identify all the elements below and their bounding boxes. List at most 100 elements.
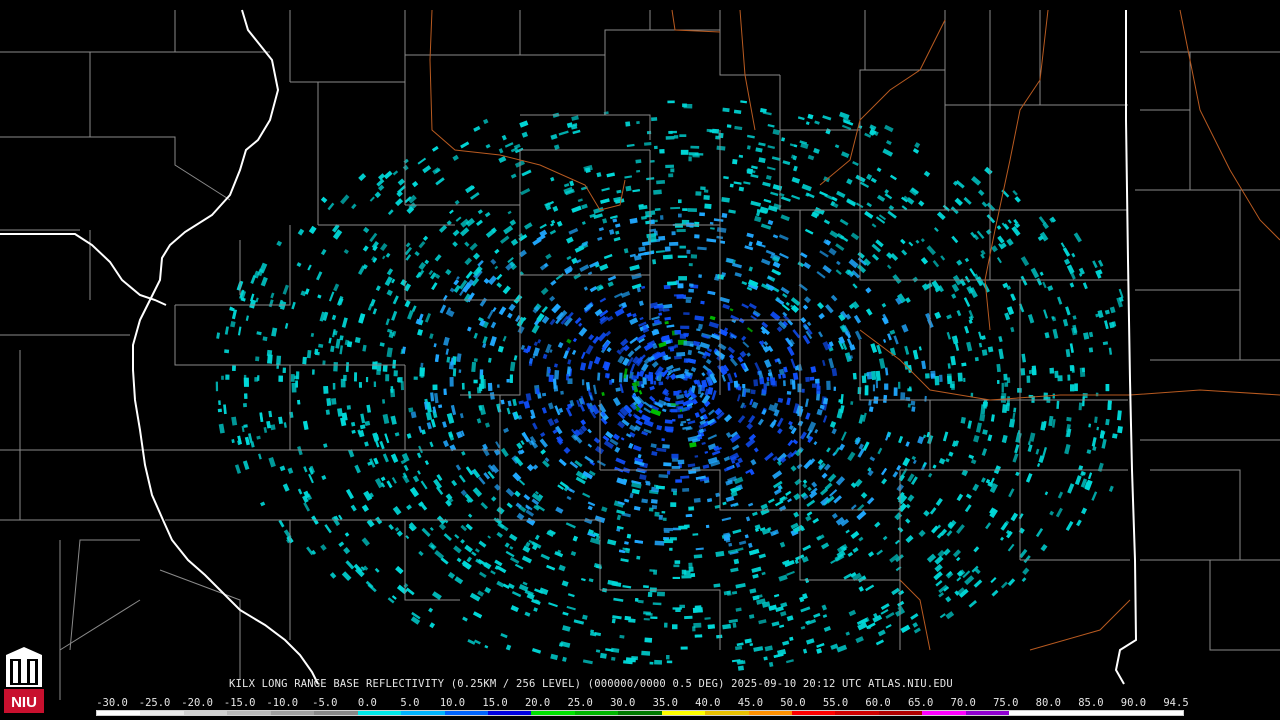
echo-pixel bbox=[472, 487, 483, 498]
echo-pixel bbox=[780, 286, 790, 295]
echo-pixel bbox=[946, 331, 951, 340]
echo-pixel bbox=[362, 245, 369, 252]
echo-pixel bbox=[935, 497, 943, 506]
echo-pixel bbox=[932, 464, 937, 469]
echo-pixel bbox=[918, 346, 922, 351]
echo-pixel bbox=[509, 374, 513, 383]
echo-pixel bbox=[734, 125, 743, 131]
echo-pixel bbox=[509, 219, 517, 226]
scale-label: 70.0 bbox=[950, 697, 976, 709]
echo-pixel bbox=[870, 343, 878, 353]
echo-pixel bbox=[391, 310, 398, 321]
echo-pixel bbox=[636, 555, 641, 560]
echo-pixel bbox=[786, 345, 795, 357]
echo-pixel bbox=[287, 467, 294, 474]
echo-pixel bbox=[912, 622, 919, 628]
echo-pixel bbox=[421, 429, 426, 435]
echo-pixel bbox=[577, 198, 583, 203]
state-boundary bbox=[0, 233, 167, 306]
echo-pixel bbox=[968, 454, 974, 460]
echo-pixel bbox=[763, 656, 768, 661]
echo-pixel bbox=[418, 550, 424, 557]
echo-pixel bbox=[410, 411, 417, 419]
echo-pixel bbox=[762, 111, 772, 116]
echo-pixel bbox=[612, 218, 618, 223]
scale-label: 50.0 bbox=[780, 697, 806, 709]
echo-pixel bbox=[627, 412, 633, 418]
echo-pixel bbox=[599, 297, 607, 303]
echo-pixel bbox=[560, 390, 564, 395]
echo-pixel bbox=[686, 249, 691, 254]
echo-pixel bbox=[250, 275, 257, 284]
echo-pixel bbox=[882, 148, 894, 157]
echo-pixel bbox=[603, 253, 613, 260]
echo-pixel bbox=[666, 324, 675, 328]
echo-pixel bbox=[859, 181, 870, 189]
echo-pixel bbox=[772, 261, 781, 269]
echo-pixel bbox=[969, 268, 976, 277]
echo-pixel bbox=[816, 534, 825, 541]
echo-pixel bbox=[548, 374, 554, 382]
echo-pixel bbox=[490, 321, 497, 329]
county-line bbox=[59, 599, 141, 700]
echo-pixel bbox=[1012, 189, 1018, 196]
echo-pixel bbox=[552, 205, 559, 212]
echo-pixel bbox=[526, 464, 535, 472]
echo-pixel bbox=[669, 409, 678, 413]
echo-pixel bbox=[359, 424, 366, 430]
echo-pixel bbox=[601, 391, 605, 397]
echo-pixel bbox=[782, 311, 788, 317]
echo-pixel bbox=[909, 187, 919, 196]
scale-swatch bbox=[792, 711, 836, 715]
echo-pixel bbox=[379, 342, 385, 347]
echo-pixel bbox=[580, 419, 587, 426]
scale-swatch bbox=[748, 711, 792, 715]
echo-pixel bbox=[677, 255, 688, 258]
echo-pixel bbox=[779, 541, 786, 548]
echo-pixel bbox=[364, 441, 369, 447]
echo-pixel bbox=[632, 189, 641, 193]
echo-pixel bbox=[480, 375, 484, 384]
echo-pixel bbox=[494, 559, 503, 567]
echo-pixel bbox=[607, 315, 614, 322]
echo-pixel bbox=[918, 529, 926, 538]
echo-pixel bbox=[598, 227, 604, 232]
echo-pixel bbox=[886, 264, 892, 270]
county-line bbox=[859, 105, 946, 211]
echo-pixel bbox=[382, 413, 390, 425]
scale-label: 25.0 bbox=[567, 697, 593, 709]
echo-pixel bbox=[447, 571, 456, 579]
echo-pixel bbox=[933, 571, 943, 581]
echo-pixel bbox=[721, 517, 732, 522]
echo-pixel bbox=[659, 149, 665, 154]
scale-label: 94.5 bbox=[1163, 697, 1189, 709]
echo-pixel bbox=[706, 238, 717, 243]
echo-pixel bbox=[460, 538, 465, 544]
echo-pixel bbox=[1000, 581, 1008, 589]
echo-pixel bbox=[278, 416, 283, 425]
echo-pixel bbox=[707, 624, 715, 630]
echo-pixel bbox=[256, 331, 262, 336]
echo-pixel bbox=[276, 355, 282, 365]
echo-pixel bbox=[424, 259, 430, 265]
echo-pixel bbox=[520, 440, 525, 446]
echo-pixel bbox=[453, 284, 461, 293]
echo-pixel bbox=[838, 443, 846, 451]
echo-pixel bbox=[777, 428, 783, 435]
echo-pixel bbox=[777, 397, 784, 403]
echo-pixel bbox=[806, 321, 812, 327]
echo-pixel bbox=[855, 174, 866, 183]
echo-pixel bbox=[831, 428, 837, 435]
echo-pixel bbox=[748, 502, 754, 507]
echo-pixel bbox=[840, 151, 850, 158]
echo-pixel bbox=[534, 534, 540, 541]
echo-pixel bbox=[935, 580, 943, 587]
echo-pixel bbox=[744, 534, 749, 539]
echo-pixel bbox=[709, 221, 714, 225]
echo-pixel bbox=[614, 308, 625, 317]
echo-pixel bbox=[514, 563, 524, 570]
echo-pixel bbox=[307, 264, 312, 271]
echo-pixel bbox=[270, 424, 276, 431]
echo-pixel bbox=[673, 564, 680, 568]
echo-pixel bbox=[670, 130, 677, 134]
